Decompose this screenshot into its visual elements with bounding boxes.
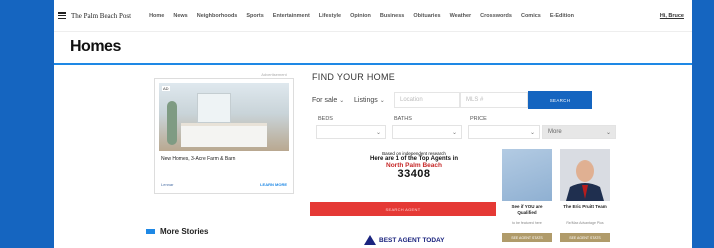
masthead-logo[interactable]: The Palm Beach Post	[71, 12, 131, 20]
vanity-shape	[181, 123, 267, 147]
agent-subtitle: to be featured here	[512, 221, 542, 225]
chevron-down-icon: ⌄	[605, 129, 611, 136]
ad-image[interactable]: AD	[159, 83, 289, 151]
plant-shape	[167, 101, 177, 145]
agent-photo[interactable]	[560, 149, 610, 201]
agent-card-eric-pruitt[interactable]: The Eric Pruitt Team Re/Max Advantage Pl…	[560, 149, 610, 245]
price-label: PRICE	[470, 116, 487, 122]
chevron-down-icon: ⌄	[529, 129, 535, 136]
nav-link-sports[interactable]: Sports	[246, 13, 263, 19]
page-title: Homes	[70, 38, 121, 55]
best-agent-logo-icon	[364, 235, 376, 245]
left-frame	[0, 0, 54, 248]
nav-links: Home News Neighborhoods Sports Entertain…	[149, 13, 574, 19]
sale-type-select[interactable]: For sale ⌄	[312, 97, 354, 104]
nav-link-comics[interactable]: Comics	[521, 13, 541, 19]
location-input[interactable]: Location	[394, 92, 460, 108]
right-frame	[692, 0, 714, 248]
ad-learn-more-link[interactable]: LEARN MORE	[260, 182, 287, 187]
hamburger-icon[interactable]	[58, 12, 66, 19]
nav-link-news[interactable]: News	[173, 13, 187, 19]
agent-card-qualify[interactable]: See if YOU are Qualified to be featured …	[502, 149, 552, 245]
baths-label: BATHS	[394, 116, 412, 122]
nav-link-entertainment[interactable]: Entertainment	[273, 13, 310, 19]
nav-link-crosswords[interactable]: Crosswords	[480, 13, 512, 19]
brand-text: BEST AGENT TODAY	[379, 236, 445, 244]
chevron-down-icon: ⌄	[339, 97, 345, 104]
top-navigation: The Palm Beach Post Home News Neighborho…	[54, 0, 692, 32]
more-filters-label: More	[548, 129, 562, 135]
user-account-link[interactable]: Hi, Bruce	[660, 13, 684, 19]
section-divider	[54, 63, 692, 65]
ad-card[interactable]: AD New Homes, 3-Acre Farm & Barn Lennar …	[154, 78, 294, 194]
mls-input[interactable]: MLS #	[460, 92, 528, 108]
chevron-down-icon: ⌄	[451, 129, 457, 136]
chevron-down-icon: ⌄	[379, 97, 385, 104]
listings-select[interactable]: Listings ⌄	[354, 97, 394, 104]
price-select[interactable]: ⌄	[468, 125, 540, 139]
ad-chip: AD	[162, 86, 170, 91]
section-marker-icon	[146, 229, 155, 234]
page: The Palm Beach Post Home News Neighborho…	[54, 0, 692, 248]
ad-brand: Lennar	[161, 182, 174, 187]
nav-link-lifestyle[interactable]: Lifestyle	[319, 13, 341, 19]
more-filters-select[interactable]: More ⌄	[542, 125, 616, 139]
mirror-shape	[197, 93, 231, 123]
beds-select[interactable]: ⌄	[316, 125, 386, 139]
nav-link-opinion[interactable]: Opinion	[350, 13, 371, 19]
search-button[interactable]: SEARCH	[528, 91, 592, 109]
more-stories-heading: More Stories	[146, 227, 208, 236]
agent-placeholder-image[interactable]	[502, 149, 552, 201]
nav-link-home[interactable]: Home	[149, 13, 164, 19]
nav-link-neighborhoods[interactable]: Neighborhoods	[197, 13, 238, 19]
listings-value: Listings	[354, 96, 378, 104]
agent-portrait-icon	[566, 160, 604, 201]
agent-subtitle: Re/Max Advantage Plus	[566, 221, 604, 225]
agent-promo-text: Based on independent research Here are 1…	[354, 151, 474, 180]
search-agent-button[interactable]: SEARCH AGENT	[310, 202, 496, 216]
best-agent-today-logo[interactable]: BEST AGENT TODAY	[364, 235, 445, 245]
nav-link-e-edition[interactable]: E-Edition	[550, 13, 574, 19]
baths-select[interactable]: ⌄	[392, 125, 462, 139]
nav-link-weather[interactable]: Weather	[450, 13, 472, 19]
see-agent-stats-button[interactable]: SEE AGENT STATS	[560, 233, 610, 242]
sale-type-value: For sale	[312, 96, 338, 104]
agent-name[interactable]: See if YOU are Qualified	[502, 204, 552, 215]
chevron-down-icon: ⌄	[375, 129, 381, 136]
see-agent-stats-button[interactable]: SEE AGENT STATS	[502, 233, 552, 242]
find-home-title: FIND YOUR HOME	[312, 72, 396, 82]
agent-name[interactable]: The Eric Pruitt Team	[560, 204, 610, 210]
nav-link-business[interactable]: Business	[380, 13, 404, 19]
nav-link-obituaries[interactable]: Obituaries	[413, 13, 440, 19]
more-stories-label: More Stories	[160, 227, 209, 236]
find-home-search-row: For sale ⌄ Listings ⌄ Location MLS # SEA…	[312, 91, 592, 109]
promo-zip: 33408	[397, 168, 431, 180]
beds-label: BEDS	[318, 116, 333, 122]
ad-title[interactable]: New Homes, 3-Acre Farm & Barn	[161, 156, 235, 162]
